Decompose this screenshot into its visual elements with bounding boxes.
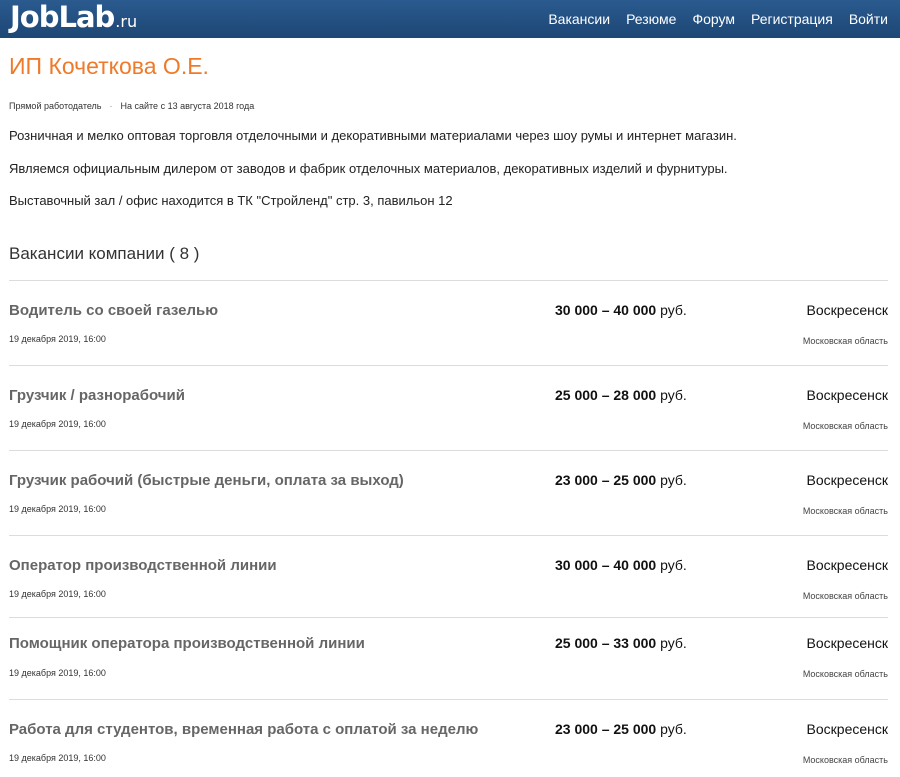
salary-range: 23 000 – 25 000	[555, 721, 657, 737]
salary-currency: руб.	[660, 472, 687, 488]
vacancy-salary: 25 000 – 28 000 руб.	[555, 387, 687, 403]
salary-range: 25 000 – 28 000	[555, 387, 657, 403]
description-paragraph: Розничная и мелко оптовая торговля отдел…	[9, 128, 737, 143]
salary-currency: руб.	[660, 635, 687, 651]
vacancy-date: 19 декабря 2019, 16:00	[9, 504, 106, 514]
vacancy-salary: 25 000 – 33 000 руб.	[555, 635, 687, 651]
description-paragraph: Выставочный зал / офис находится в ТК "С…	[9, 193, 453, 208]
salary-range: 30 000 – 40 000	[555, 302, 657, 318]
company-meta: Прямой работодатель · На сайте с 13 авгу…	[9, 101, 890, 111]
vacancy-title-link[interactable]: Водитель со своей газелью	[9, 302, 218, 319]
vacancy-city: Воскресенск	[806, 635, 888, 651]
main-nav: Вакансии Резюме Форум Регистрация Войти	[548, 11, 888, 27]
salary-currency: руб.	[660, 302, 687, 318]
vacancy-date: 19 декабря 2019, 16:00	[9, 753, 106, 763]
vacancy-date: 19 декабря 2019, 16:00	[9, 419, 106, 429]
nav-link-forum[interactable]: Форум	[692, 11, 735, 27]
vacancy-title-link[interactable]: Грузчик / разнорабочий	[9, 387, 185, 404]
nav-link-resumes[interactable]: Резюме	[626, 11, 676, 27]
nav-link-registration[interactable]: Регистрация	[751, 11, 833, 27]
vacancies-heading: Вакансии компании ( 8 )	[9, 244, 200, 263]
vacancy-salary: 30 000 – 40 000 руб.	[555, 302, 687, 318]
vacancy-date: 19 декабря 2019, 16:00	[9, 589, 106, 599]
salary-currency: руб.	[660, 557, 687, 573]
vacancy-item: Помощник оператора производственной лини…	[9, 617, 888, 699]
nav-link-vacancies[interactable]: Вакансии	[548, 11, 610, 27]
description-paragraph: Являемся официальным дилером от заводов …	[9, 161, 728, 176]
meta-separator: ·	[109, 101, 113, 111]
vacancy-region: Московская область	[802, 669, 888, 679]
vacancy-salary: 23 000 – 25 000 руб.	[555, 721, 687, 737]
company-name: ИП Кочеткова О.Е.	[9, 53, 209, 79]
site-logo[interactable]: JobLab.ru	[10, 0, 137, 41]
salary-currency: руб.	[660, 387, 687, 403]
top-navigation-bar: JobLab.ru Вакансии Резюме Форум Регистра…	[0, 0, 900, 38]
vacancy-item: Работа для студентов, временная работа с…	[9, 699, 888, 777]
vacancy-item: Грузчик / разнорабочий 19 декабря 2019, …	[9, 365, 888, 450]
vacancy-title-link[interactable]: Оператор производственной линии	[9, 557, 277, 574]
vacancy-item: Оператор производственной линии 19 декаб…	[9, 535, 888, 617]
salary-currency: руб.	[660, 721, 687, 737]
on-site-since: На сайте с 13 августа 2018 года	[120, 101, 255, 111]
vacancy-title-link[interactable]: Грузчик рабочий (быстрые деньги, оплата …	[9, 472, 404, 489]
company-description: Розничная и мелко оптовая торговля отдел…	[9, 128, 890, 209]
vacancy-city: Воскресенск	[806, 472, 888, 488]
vacancy-region: Московская область	[802, 421, 888, 431]
vacancy-region: Московская область	[802, 755, 888, 765]
salary-range: 25 000 – 33 000	[555, 635, 657, 651]
vacancy-item: Грузчик рабочий (быстрые деньги, оплата …	[9, 450, 888, 535]
nav-link-login[interactable]: Войти	[849, 11, 888, 27]
vacancy-region: Московская область	[802, 591, 888, 601]
vacancy-date: 19 декабря 2019, 16:00	[9, 668, 106, 678]
vacancy-city: Воскресенск	[806, 721, 888, 737]
vacancy-city: Воскресенск	[806, 302, 888, 318]
vacancy-title-link[interactable]: Помощник оператора производственной лини…	[9, 635, 365, 652]
logo-main: JobLab	[10, 0, 115, 34]
vacancy-salary: 23 000 – 25 000 руб.	[555, 472, 687, 488]
vacancy-salary: 30 000 – 40 000 руб.	[555, 557, 687, 573]
main-content: ИП Кочеткова О.Е. Прямой работодатель · …	[0, 52, 900, 777]
employer-type: Прямой работодатель	[9, 101, 102, 111]
salary-range: 23 000 – 25 000	[555, 472, 657, 488]
vacancy-city: Воскресенск	[806, 387, 888, 403]
vacancy-date: 19 декабря 2019, 16:00	[9, 334, 106, 344]
vacancy-region: Московская область	[802, 506, 888, 516]
vacancy-item: Водитель со своей газелью 19 декабря 201…	[9, 280, 888, 365]
vacancy-region: Московская область	[802, 336, 888, 346]
vacancy-city: Воскресенск	[806, 557, 888, 573]
vacancy-list: Водитель со своей газелью 19 декабря 201…	[9, 280, 888, 777]
logo-tld: .ru	[115, 11, 138, 31]
vacancy-title-link[interactable]: Работа для студентов, временная работа с…	[9, 721, 478, 738]
salary-range: 30 000 – 40 000	[555, 557, 657, 573]
